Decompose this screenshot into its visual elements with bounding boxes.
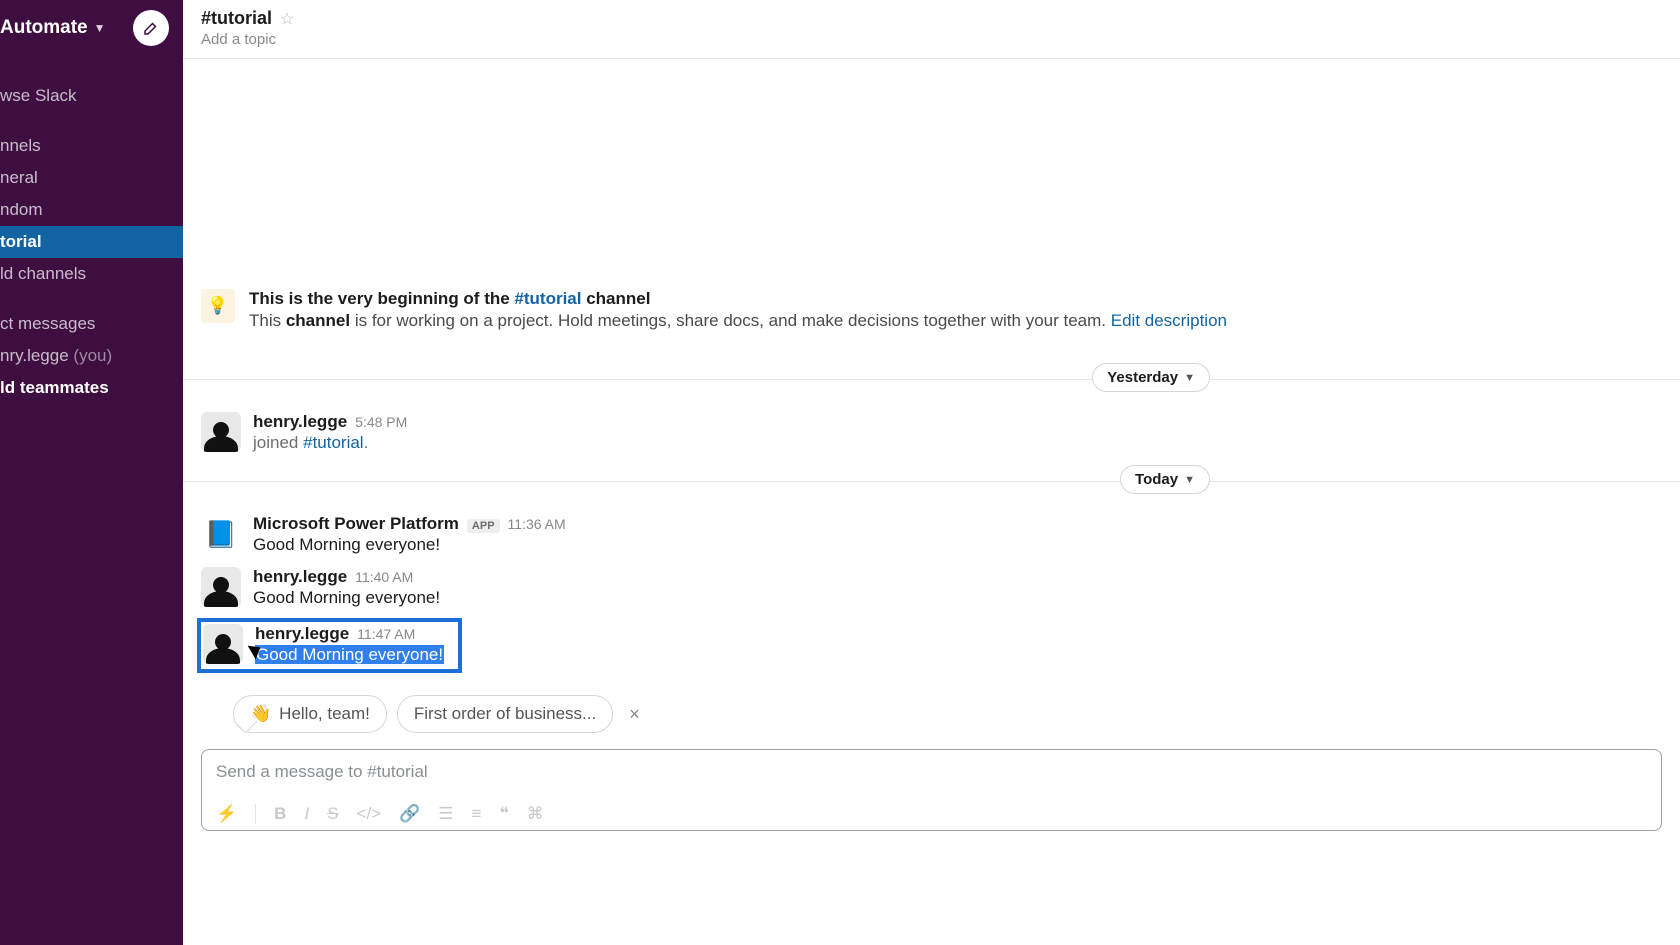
compose-button[interactable] xyxy=(133,10,169,46)
ordered-list-button[interactable]: ☰ xyxy=(438,804,453,824)
message-author[interactable]: henry.legge xyxy=(253,412,347,432)
message-author[interactable]: Microsoft Power Platform xyxy=(253,514,459,534)
channel-title[interactable]: #tutorial xyxy=(201,8,272,29)
message-text: joined #tutorial. xyxy=(253,433,407,453)
message-user-selected[interactable]: henry.legge 11:47 AM Good Morning everyon… xyxy=(203,624,452,665)
browse-slack[interactable]: wse Slack xyxy=(0,80,183,112)
format-toolbar: ⚡ B I S </> 🔗 ☰ ≡ ❝ ⌘ xyxy=(216,804,1647,824)
message-time: 11:40 AM xyxy=(355,569,413,585)
suggestion-first-order[interactable]: First order of business... xyxy=(397,695,613,733)
date-pill-today[interactable]: Today▼ xyxy=(1120,465,1210,494)
channel-topic[interactable]: Add a topic xyxy=(201,31,1662,48)
channel-beginning: 💡 This is the very beginning of the #tut… xyxy=(183,289,1680,361)
strike-button[interactable]: S xyxy=(327,804,338,824)
message-user[interactable]: henry.legge 11:40 AM Good Morning everyon… xyxy=(183,565,1680,618)
date-divider-yesterday: Yesterday▼ xyxy=(183,379,1680,380)
close-suggestions[interactable]: × xyxy=(629,704,640,725)
message-text: Good Morning everyone! xyxy=(253,535,566,555)
avatar[interactable] xyxy=(201,567,241,607)
message-time: 11:36 AM xyxy=(508,516,566,532)
link-button[interactable]: 🔗 xyxy=(399,804,420,824)
workspace-name: Automate xyxy=(0,17,88,39)
bullet-list-button[interactable]: ≡ xyxy=(472,804,482,824)
message-author[interactable]: henry.legge xyxy=(253,567,347,587)
message-time: 11:47 AM xyxy=(357,626,415,642)
message-composer[interactable]: Send a message to #tutorial ⚡ B I S </> … xyxy=(201,749,1662,831)
composer-placeholder: Send a message to #tutorial xyxy=(216,762,1647,782)
message-time: 5:48 PM xyxy=(355,414,407,430)
chevron-down-icon: ▼ xyxy=(1184,474,1195,486)
avatar[interactable] xyxy=(203,624,243,664)
codeblock-button[interactable]: ⌘ xyxy=(527,804,544,824)
chevron-down-icon: ▼ xyxy=(1184,372,1195,384)
code-button[interactable]: </> xyxy=(357,804,382,824)
workspace-switcher[interactable]: Automate ▼ xyxy=(0,17,106,39)
dm-self[interactable]: nry.legge (you) xyxy=(0,340,183,372)
channel-link[interactable]: #tutorial xyxy=(303,433,363,452)
app-badge: APP xyxy=(467,519,500,533)
message-text: Good Morning everyone! xyxy=(253,588,440,608)
message-app[interactable]: 📘 Microsoft Power Platform APP 11:36 AM Go… xyxy=(183,512,1680,565)
quote-button[interactable]: ❝ xyxy=(499,804,508,824)
avatar[interactable] xyxy=(201,412,241,452)
italic-button[interactable]: I xyxy=(304,804,309,824)
channel-header: #tutorial ☆ Add a topic xyxy=(183,0,1680,59)
messages-area: 💡 This is the very beginning of the #tut… xyxy=(183,59,1680,945)
channel-tutorial[interactable]: torial xyxy=(0,226,183,258)
compose-icon xyxy=(142,19,160,37)
message-author[interactable]: henry.legge xyxy=(255,624,349,644)
suggestion-hello[interactable]: 👋Hello, team! xyxy=(233,695,387,733)
message-text: Good Morning everyone! xyxy=(255,645,444,665)
add-teammates[interactable]: ld teammates xyxy=(0,372,183,404)
channel-link[interactable]: #tutorial xyxy=(514,289,581,308)
star-icon[interactable]: ☆ xyxy=(280,9,294,29)
main: #tutorial ☆ Add a topic 💡 This is the ve… xyxy=(183,0,1680,945)
chevron-down-icon: ▼ xyxy=(94,21,106,35)
suggestion-row: 👋Hello, team! First order of business...… xyxy=(183,673,1680,733)
add-channels[interactable]: ld channels xyxy=(0,258,183,290)
channels-header[interactable]: nnels xyxy=(0,130,183,162)
avatar[interactable]: 📘 xyxy=(201,514,241,554)
lightning-icon[interactable]: ⚡ xyxy=(216,804,237,824)
message-join[interactable]: henry.legge 5:48 PM joined #tutorial. xyxy=(183,410,1680,463)
date-pill-yesterday[interactable]: Yesterday▼ xyxy=(1092,363,1210,392)
dm-header[interactable]: ct messages xyxy=(0,308,183,340)
lightbulb-icon: 💡 xyxy=(201,289,235,323)
channel-general[interactable]: neral xyxy=(0,162,183,194)
sidebar: Automate ▼ wse Slack nnels neral ndom to… xyxy=(0,0,183,945)
date-divider-today: Today▼ xyxy=(183,481,1680,482)
highlighted-message: henry.legge 11:47 AM Good Morning everyon… xyxy=(197,618,462,673)
channel-random[interactable]: ndom xyxy=(0,194,183,226)
edit-description-link[interactable]: Edit description xyxy=(1111,311,1227,330)
bold-button[interactable]: B xyxy=(274,804,286,824)
